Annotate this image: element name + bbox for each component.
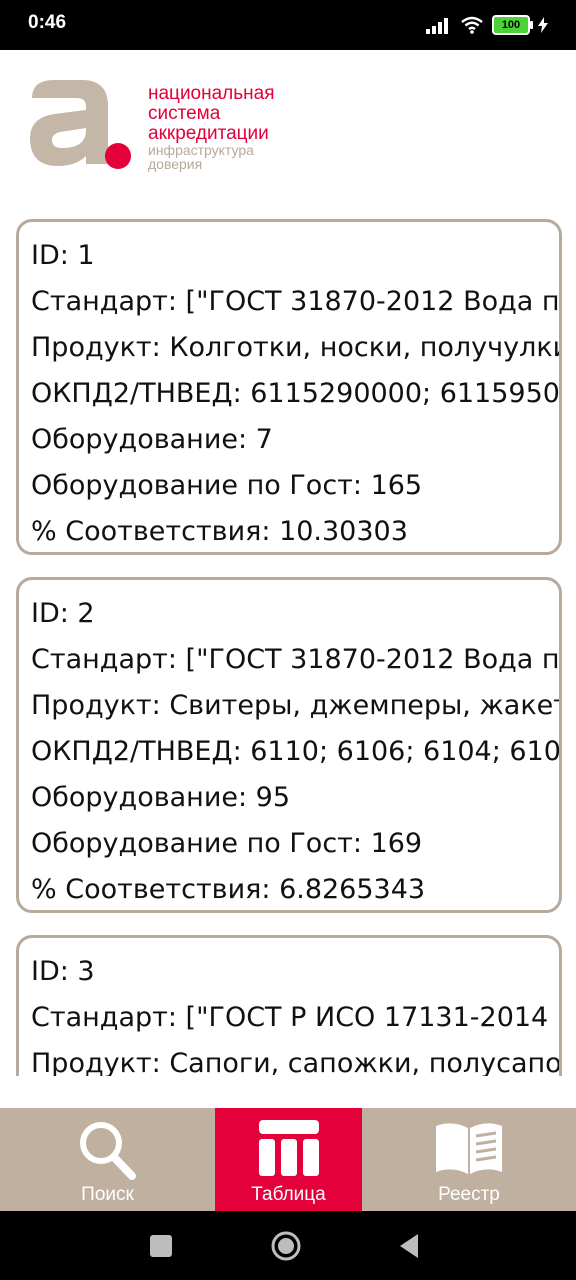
wifi-icon [461,16,483,34]
bottom-nav: Поиск Таблица Реестр [0,1108,576,1211]
record-id: ID: 3 [31,956,95,987]
logo-title: национальная система аккредитации [148,84,275,144]
record-equipment: Оборудование: 95 [31,782,291,813]
nav-table[interactable]: Таблица [215,1108,362,1211]
logo-title-line: аккредитации [148,123,269,144]
signal-icon [426,18,448,34]
record-equipment-gost: Оборудование по Гост: 169 [31,828,423,859]
record-standard: Стандарт: ["ГОСТ 31870-2012 Вода питьева… [31,286,560,317]
record-card[interactable]: ID: 2 Стандарт: ["ГОСТ 31870-2012 Вода п… [16,577,562,913]
charging-icon [538,17,548,33]
record-match: % Соответствия: 10.30303 [31,516,408,547]
record-product: Продукт: Колготки, носки, получулки [31,332,562,363]
record-okpd: ОКПД2/ТНВЕД: 6115290000; 6115950000 [31,378,562,409]
logo-title-line: система [148,103,221,124]
record-product: Продукт: Свитеры, джемперы, жакеты [31,690,562,721]
status-icons: 100 [426,14,548,36]
record-equipment: Оборудование: 7 [31,424,273,455]
book-icon [436,1123,502,1174]
status-time: 0:46 [28,12,67,33]
record-okpd: ОКПД2/ТНВЕД: 6110; 6106; 6104; 6103 [31,736,562,767]
battery-icon: 100 [492,15,533,35]
nav-table-label: Таблица [251,1184,326,1205]
records-list[interactable]: ID: 1 Стандарт: ["ГОСТ 31870-2012 Вода п… [0,214,576,1076]
nav-registry[interactable]: Реестр [362,1108,576,1211]
logo-subtitle-line: инфраструктура [148,142,254,158]
status-bar: 0:46 100 [0,0,576,50]
record-match: % Соответствия: 6.8265343 [31,874,426,905]
record-standard: Стандарт: ["ГОСТ 31870-2012 Вода питьева… [31,644,560,675]
nav-search[interactable]: Поиск [0,1108,215,1211]
back-icon[interactable] [398,1233,420,1259]
search-icon [80,1122,136,1180]
record-product: Продукт: Сапоги, сапожки, полусапоги [31,1048,562,1076]
logo-subtitle-line: доверия [148,156,203,172]
nav-search-label: Поиск [81,1184,134,1205]
system-nav-bar [0,1211,576,1280]
home-icon[interactable] [270,1230,302,1262]
record-id: ID: 1 [31,240,95,271]
record-standard: Стандарт: ["ГОСТ Р ИСО 17131-2014 [31,1002,549,1033]
record-card[interactable]: ID: 3 Стандарт: ["ГОСТ Р ИСО 17131-2014 … [16,935,562,1076]
logo-subtitle: инфраструктура доверия [148,143,254,171]
recent-apps-icon[interactable] [150,1235,172,1257]
nav-registry-label: Реестр [438,1184,500,1205]
table-icon [259,1120,319,1176]
record-equipment-gost: Оборудование по Гост: 165 [31,470,423,501]
record-id: ID: 2 [31,598,95,629]
logo-title-line: национальная [148,83,275,104]
logo-mark-icon [30,80,131,169]
record-card[interactable]: ID: 1 Стандарт: ["ГОСТ 31870-2012 Вода п… [16,219,562,555]
